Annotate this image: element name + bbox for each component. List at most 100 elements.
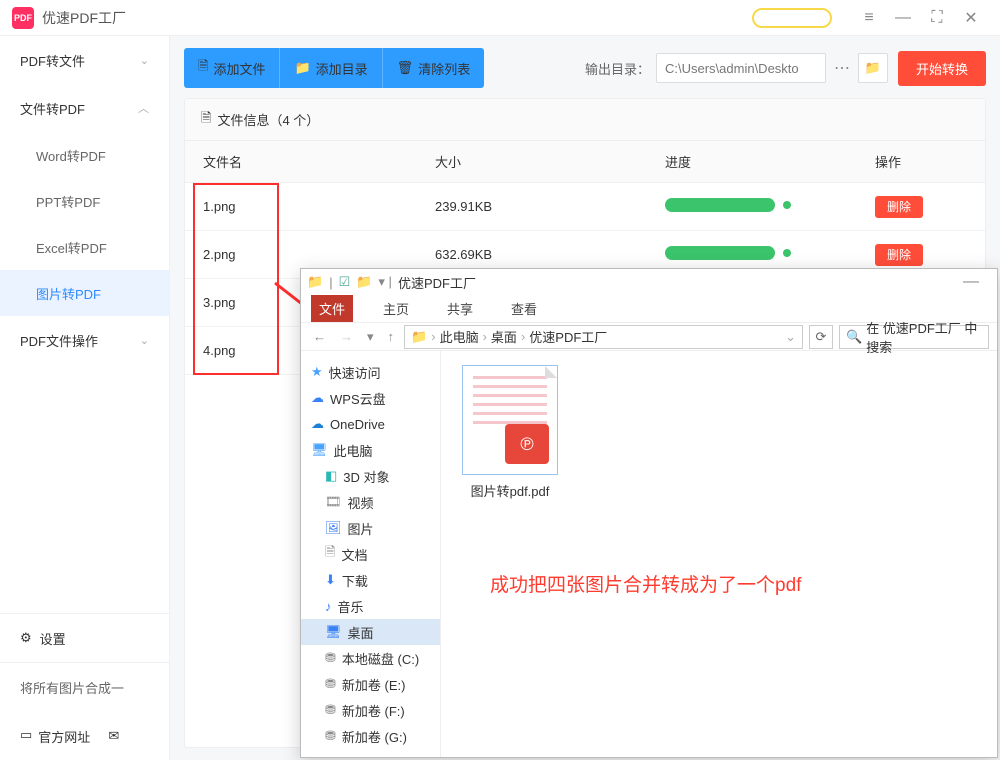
toolbar: 🗎添加文件 📁 添加目录 🗑清除列表 输出目录： ⋯ 📁 开始转换 bbox=[184, 48, 986, 88]
drive-icon: ⛃ bbox=[325, 702, 336, 718]
minimize-icon[interactable]: ― bbox=[886, 3, 920, 33]
app-logo: PDF bbox=[12, 7, 34, 29]
panel-header: 🗎 文件信息（4 个） bbox=[185, 99, 985, 141]
explorer-window: 📁 | ☑ 📁 ▾ | 优速PDF工厂 ― 文件 主页 共享 查看 ← → ▾ … bbox=[300, 268, 998, 758]
back-icon[interactable]: ← bbox=[309, 327, 330, 346]
refresh-icon[interactable]: ⟳ bbox=[809, 325, 833, 349]
chevron-up-icon: ︿ bbox=[138, 100, 149, 116]
nav-pdf-to-file[interactable]: PDF转文件 ⌄ bbox=[0, 36, 169, 84]
tree-3d[interactable]: ◧3D 对象 bbox=[301, 463, 440, 489]
tab-file[interactable]: 文件 bbox=[311, 295, 353, 322]
chevron-down-icon: ⌄ bbox=[140, 334, 149, 347]
menu-icon[interactable]: ≡ bbox=[852, 3, 886, 33]
nav-label: PDF转文件 bbox=[20, 51, 85, 70]
file-item[interactable]: ℗ 图片转pdf.pdf bbox=[455, 365, 565, 500]
file-icon: 🗎 bbox=[201, 109, 211, 131]
app-title: 优速PDF工厂 bbox=[42, 8, 126, 28]
gear-icon: ⚙ bbox=[20, 630, 32, 646]
official-site-link[interactable]: ▭ 官方网址 bbox=[20, 727, 90, 746]
explorer-titlebar[interactable]: 📁 | ☑ 📁 ▾ | 优速PDF工厂 ― bbox=[301, 269, 997, 295]
nav-word-to-pdf[interactable]: Word转PDF bbox=[0, 132, 169, 178]
tree-disk-f[interactable]: ⛃新加卷 (F:) bbox=[301, 697, 440, 723]
panel-title: 文件信息（4 个） bbox=[217, 110, 319, 129]
cube-icon: ◧ bbox=[325, 468, 337, 484]
tab-share[interactable]: 共享 bbox=[439, 295, 481, 322]
close-icon[interactable]: ✕ bbox=[954, 3, 988, 33]
crumb[interactable]: 优速PDF工厂 bbox=[529, 327, 607, 346]
minimize-icon[interactable]: ― bbox=[951, 267, 991, 297]
wechat-icon[interactable]: ✉ bbox=[108, 728, 119, 744]
nav-pdf-ops[interactable]: PDF文件操作 ⌄ bbox=[0, 316, 169, 364]
merge-option[interactable]: 将所有图片合成一 bbox=[0, 662, 169, 712]
tree-disk-e[interactable]: ⛃新加卷 (E:) bbox=[301, 671, 440, 697]
col-size: 大小 bbox=[435, 152, 665, 171]
col-name: 文件名 bbox=[185, 152, 435, 171]
explorer-file-pane[interactable]: ℗ 图片转pdf.pdf bbox=[441, 351, 997, 757]
add-file-button[interactable]: 🗎添加文件 bbox=[184, 48, 279, 88]
check-icon: ☑ bbox=[339, 274, 351, 290]
file-progress bbox=[665, 246, 875, 263]
tree-wps[interactable]: ☁WPS云盘 bbox=[301, 385, 440, 411]
file-size: 632.69KB bbox=[435, 247, 665, 262]
nav-file-to-pdf[interactable]: 文件转PDF ︿ bbox=[0, 84, 169, 132]
settings-link[interactable]: ⚙ 设置 bbox=[0, 614, 169, 662]
output-dir-label: 输出目录： bbox=[585, 59, 650, 78]
tab-view[interactable]: 查看 bbox=[503, 295, 545, 322]
tree-quick-access[interactable]: ★快速访问 bbox=[301, 359, 440, 385]
start-convert-button[interactable]: 开始转换 bbox=[898, 51, 986, 86]
search-icon: 🔍 bbox=[846, 329, 862, 345]
nav-image-to-pdf[interactable]: 图片转PDF bbox=[0, 270, 169, 316]
tree-downloads[interactable]: ⬇下载 bbox=[301, 567, 440, 593]
desktop-icon: 🖥 bbox=[325, 624, 342, 640]
nav-excel-to-pdf[interactable]: Excel转PDF bbox=[0, 224, 169, 270]
folder-plus-icon: 📁 bbox=[294, 60, 310, 76]
chevron-down-icon: ⌄ bbox=[140, 54, 149, 67]
address-bar[interactable]: 📁 › 此电脑› 桌面› 优速PDF工厂 ⌄ bbox=[404, 325, 803, 349]
tree-disk-c[interactable]: ⛃本地磁盘 (C:) bbox=[301, 645, 440, 671]
tree-pictures[interactable]: 🖼图片 bbox=[301, 515, 440, 541]
tree-disk-g[interactable]: ⛃新加卷 (G:) bbox=[301, 723, 440, 749]
forward-icon[interactable]: → bbox=[336, 327, 357, 346]
search-placeholder: 在 优速PDF工厂 中搜索 bbox=[866, 318, 982, 356]
folder-icon: 📁 bbox=[307, 274, 323, 290]
tree-videos[interactable]: 🎞视频 bbox=[301, 489, 440, 515]
file-name: 图片转pdf.pdf bbox=[455, 481, 565, 500]
cloud-icon: ☁ bbox=[311, 416, 324, 432]
delete-button[interactable]: 删除 bbox=[875, 244, 923, 266]
settings-label: 设置 bbox=[40, 629, 66, 648]
globe-icon: ▭ bbox=[20, 727, 32, 746]
tab-home[interactable]: 主页 bbox=[375, 295, 417, 322]
maximize-icon[interactable]: ⛶ bbox=[920, 3, 954, 33]
output-dir-input[interactable] bbox=[656, 53, 826, 83]
tree-this-pc[interactable]: 🖥此电脑 bbox=[301, 437, 440, 463]
image-icon: 🖼 bbox=[325, 520, 342, 536]
crumb[interactable]: 桌面 bbox=[491, 327, 517, 346]
folder-icon: 📁 bbox=[865, 60, 881, 76]
drive-icon: ⛃ bbox=[325, 676, 336, 692]
add-dir-label: 添加目录 bbox=[316, 59, 368, 78]
crumb[interactable]: 此电脑 bbox=[440, 327, 479, 346]
cloud-icon: ☁ bbox=[311, 390, 324, 406]
pc-icon: 🖥 bbox=[311, 442, 328, 458]
more-icon[interactable]: ⋯ bbox=[826, 58, 858, 78]
nav-ppt-to-pdf[interactable]: PPT转PDF bbox=[0, 178, 169, 224]
open-folder-button[interactable]: 📁 bbox=[858, 53, 888, 83]
search-box[interactable]: 🔍 在 优速PDF工厂 中搜索 bbox=[839, 325, 989, 349]
up-icon[interactable]: ↑ bbox=[384, 327, 399, 346]
nav-label: PDF文件操作 bbox=[20, 331, 98, 350]
tree-desktop[interactable]: 🖥桌面 bbox=[301, 619, 440, 645]
add-dir-button[interactable]: 📁 添加目录 bbox=[279, 48, 381, 88]
tree-onedrive[interactable]: ☁OneDrive bbox=[301, 411, 440, 437]
explorer-title: 优速PDF工厂 bbox=[398, 273, 476, 292]
tree-music[interactable]: ♪音乐 bbox=[301, 593, 440, 619]
delete-button[interactable]: 删除 bbox=[875, 196, 923, 218]
promo-pill[interactable] bbox=[752, 8, 832, 28]
drive-icon: ⛃ bbox=[325, 650, 336, 666]
file-plus-icon: 🗎 bbox=[198, 57, 208, 79]
clear-list-button[interactable]: 🗑清除列表 bbox=[382, 48, 485, 88]
tree-documents[interactable]: 🗎文档 bbox=[301, 541, 440, 567]
history-icon[interactable]: ▾ bbox=[363, 327, 378, 347]
folder-icon: 📁 bbox=[411, 329, 427, 345]
folder-icon: 📁 bbox=[356, 274, 372, 290]
col-progress: 进度 bbox=[665, 152, 875, 171]
